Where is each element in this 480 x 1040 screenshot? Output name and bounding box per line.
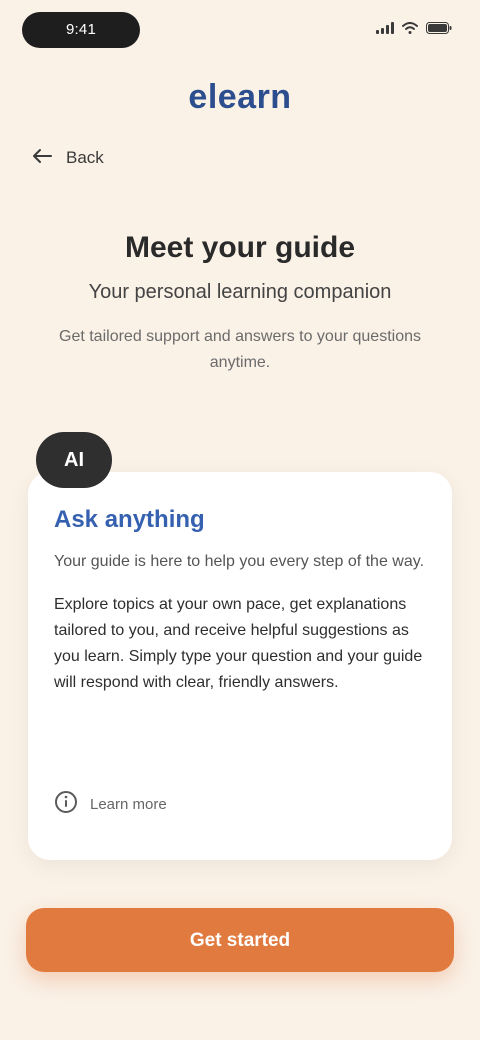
card-body: Explore topics at your own pace, get exp… bbox=[54, 596, 423, 691]
get-started-button[interactable]: Get started bbox=[26, 908, 454, 972]
status-time: 9:41 bbox=[22, 12, 140, 48]
brand-header: elearn bbox=[0, 72, 480, 123]
hero-description: Get tailored support and answers to your… bbox=[59, 328, 421, 371]
guide-card-wrapper: AI Ask anything Your guide is here to he… bbox=[28, 430, 452, 860]
hero-title: Meet your guide bbox=[124, 231, 356, 264]
learn-more-label: Learn more bbox=[90, 795, 167, 813]
back-label: Back bbox=[66, 148, 104, 167]
wifi-icon bbox=[402, 21, 418, 39]
status-icons bbox=[376, 18, 452, 42]
status-bar: 9:41 bbox=[0, 0, 480, 64]
avatar: AI bbox=[36, 432, 112, 488]
hero-subtitle: Your personal learning companion bbox=[88, 281, 392, 303]
learn-more-link[interactable]: Learn more bbox=[54, 784, 167, 824]
hero-section: Meet your guide Your personal learning c… bbox=[40, 228, 440, 376]
brand-logo: elearn bbox=[188, 78, 292, 116]
arrow-left-icon bbox=[32, 148, 52, 169]
info-icon bbox=[54, 790, 78, 819]
guide-card: Ask anything Your guide is here to help … bbox=[28, 472, 452, 860]
battery-icon bbox=[426, 21, 452, 39]
signal-icon bbox=[376, 21, 394, 39]
card-title: Ask anything bbox=[54, 506, 205, 533]
back-button[interactable]: Back bbox=[32, 140, 104, 176]
card-lead: Your guide is here to help you every ste… bbox=[54, 553, 425, 570]
